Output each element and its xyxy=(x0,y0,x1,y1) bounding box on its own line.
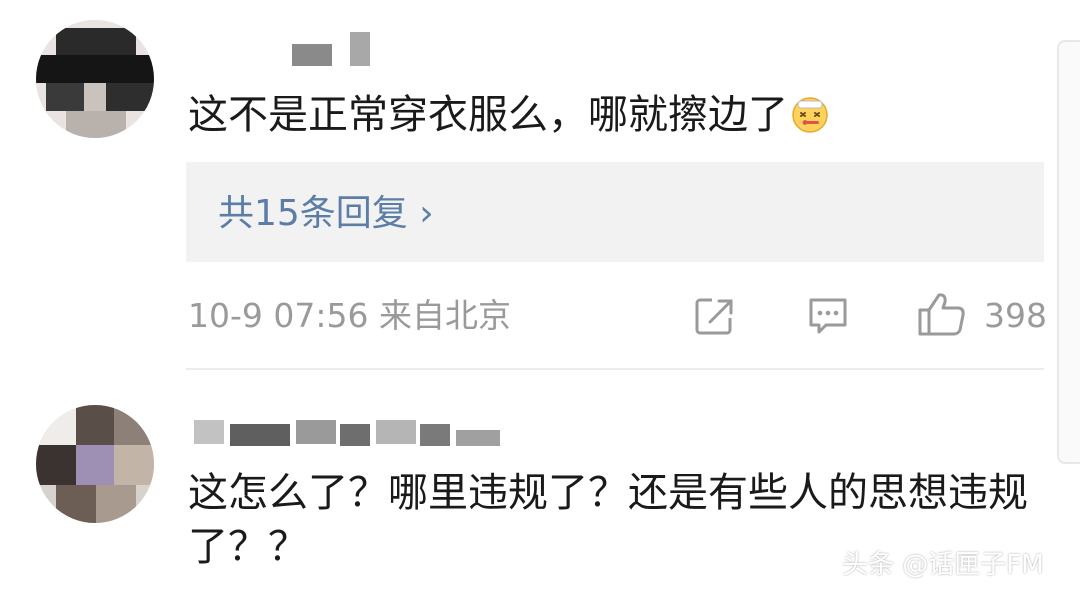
avatar-pixel xyxy=(106,83,154,111)
username-blur xyxy=(420,424,450,446)
watermark: 头条 @话匣子FM xyxy=(842,550,1044,580)
username-blur xyxy=(230,424,290,446)
username-blur xyxy=(376,420,416,444)
avatar-pixel xyxy=(114,445,154,485)
username-blur xyxy=(194,420,224,444)
divider xyxy=(186,368,1044,370)
comment-icon[interactable] xyxy=(806,294,850,338)
avatar-pixel xyxy=(84,83,106,111)
username-blur xyxy=(340,424,370,446)
dizzy-face-thermometer-icon xyxy=(792,97,828,133)
avatar-pixel xyxy=(114,405,154,445)
comment-text: 这不是正常穿衣服么，哪就擦边了 xyxy=(188,88,830,142)
avatar-pixel xyxy=(36,55,154,83)
comment-text-content: 这不是正常穿衣服么，哪就擦边了 xyxy=(188,92,788,138)
avatar-pixel xyxy=(46,83,84,111)
avatar-pixel xyxy=(56,28,136,58)
username[interactable] xyxy=(292,44,332,66)
avatar-pixel xyxy=(66,111,126,138)
scrollbar[interactable] xyxy=(1057,40,1080,464)
avatar-pixel xyxy=(76,405,114,445)
comment-meta: 10-9 07:56 来自北京 xyxy=(188,296,511,335)
avatar-pixel xyxy=(96,485,136,523)
username-blur xyxy=(456,430,500,446)
avatar-pixel xyxy=(56,485,96,523)
avatar[interactable] xyxy=(36,405,154,523)
like-count: 398 xyxy=(984,296,1047,335)
view-replies-link[interactable]: 共15条回复 › xyxy=(218,190,434,238)
like-icon[interactable] xyxy=(916,290,968,338)
username-blur xyxy=(296,420,336,444)
username-blur xyxy=(350,32,370,66)
avatar-pixel xyxy=(76,445,114,485)
avatar-pixel xyxy=(36,405,76,445)
avatar-pixel xyxy=(36,445,76,485)
share-icon[interactable] xyxy=(692,294,736,338)
avatar[interactable] xyxy=(36,20,154,138)
